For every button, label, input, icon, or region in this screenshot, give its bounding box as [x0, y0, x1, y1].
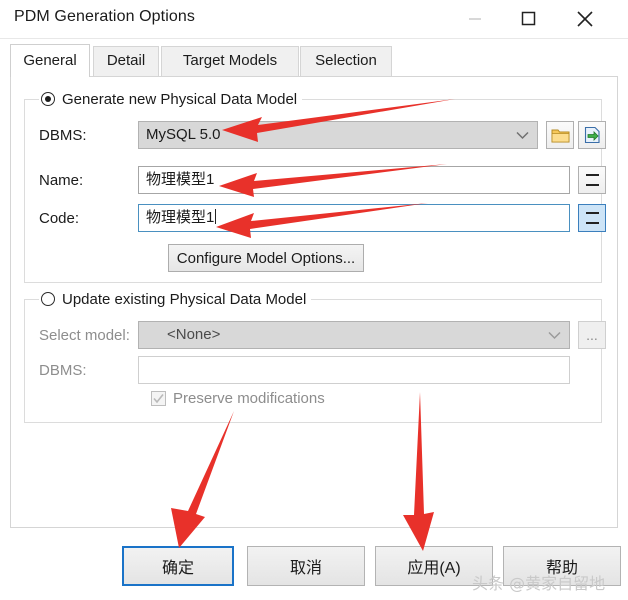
- tab-strip: General Detail Target Models Selection: [10, 44, 618, 77]
- minimize-button[interactable]: [452, 0, 498, 37]
- dbms-browse-button[interactable]: [546, 121, 574, 149]
- update-existing-model-group: Update existing Physical Data Model Sele…: [24, 289, 606, 423]
- configure-model-options-button[interactable]: Configure Model Options...: [168, 244, 364, 272]
- dbms-combo[interactable]: MySQL 5.0: [138, 121, 538, 149]
- title-bar: PDM Generation Options: [0, 0, 628, 39]
- tab-selection[interactable]: Selection: [300, 46, 392, 76]
- name-value: 物理模型1: [146, 171, 215, 188]
- radio-unselected-icon: [41, 292, 55, 306]
- select-model-browse-button[interactable]: ...: [578, 321, 606, 349]
- close-button[interactable]: [562, 0, 608, 37]
- generate-new-model-label: Generate new Physical Data Model: [62, 90, 298, 108]
- tab-detail[interactable]: Detail: [93, 46, 159, 76]
- name-equal-button[interactable]: [578, 166, 606, 194]
- name-label: Name:: [39, 172, 84, 189]
- chevron-down-icon: [548, 331, 561, 340]
- pdm-generation-options-dialog: PDM Generation Options General Detail Ta…: [0, 0, 628, 600]
- cancel-button[interactable]: 取消: [247, 546, 365, 586]
- close-icon: [577, 11, 593, 27]
- preserve-modifications-checkbox[interactable]: [151, 391, 166, 406]
- update-existing-model-radio[interactable]: Update existing Physical Data Model: [39, 289, 312, 309]
- folder-icon: [551, 129, 569, 142]
- select-model-value: <None>: [167, 326, 221, 343]
- dbms-value: MySQL 5.0: [146, 126, 221, 143]
- update-dbms-label: DBMS:: [39, 362, 87, 379]
- generate-new-model-radio[interactable]: Generate new Physical Data Model: [39, 89, 303, 109]
- tab-target-models[interactable]: Target Models: [161, 46, 299, 76]
- window-title: PDM Generation Options: [14, 8, 195, 25]
- tab-general[interactable]: General: [10, 44, 90, 77]
- equals-icon: [585, 174, 599, 186]
- code-equal-button[interactable]: [578, 204, 606, 232]
- code-input[interactable]: 物理模型1: [138, 204, 570, 232]
- update-existing-model-label: Update existing Physical Data Model: [62, 290, 307, 308]
- code-value: 物理模型1: [146, 209, 215, 226]
- maximize-icon: [521, 11, 536, 26]
- watermark-text: 头条 @黄家自留地: [472, 574, 606, 593]
- check-icon: [153, 394, 164, 404]
- select-model-combo[interactable]: <None>: [138, 321, 570, 349]
- minimize-icon: [469, 18, 481, 20]
- radio-selected-icon: [41, 92, 55, 106]
- import-model-icon: [584, 126, 600, 144]
- preserve-modifications-label: Preserve modifications: [173, 390, 325, 407]
- text-caret: [215, 209, 217, 224]
- select-model-label: Select model:: [39, 327, 130, 344]
- chevron-down-icon: [516, 131, 529, 140]
- maximize-button[interactable]: [505, 0, 551, 37]
- dbms-import-button[interactable]: [578, 121, 606, 149]
- tab-page-general: Generate new Physical Data Model DBMS: M…: [10, 76, 618, 528]
- equals-icon: [585, 212, 599, 224]
- generate-new-model-group: Generate new Physical Data Model DBMS: M…: [24, 89, 606, 283]
- name-input[interactable]: 物理模型1: [138, 166, 570, 194]
- update-dbms-input[interactable]: [138, 356, 570, 384]
- code-label: Code:: [39, 210, 80, 227]
- ok-button[interactable]: 确定: [122, 546, 234, 586]
- dbms-label: DBMS:: [39, 127, 87, 144]
